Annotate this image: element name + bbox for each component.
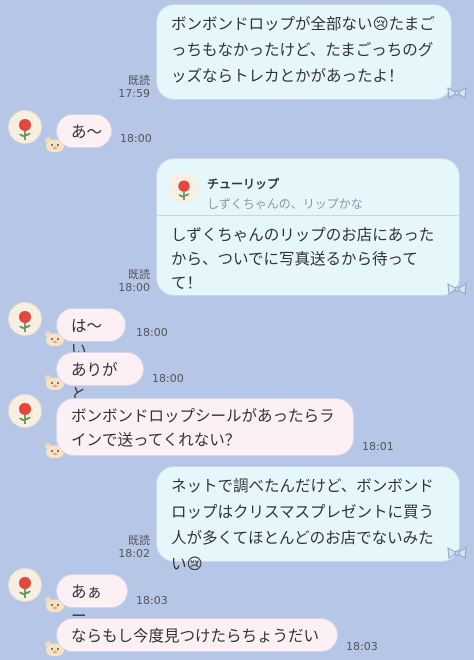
message-bubble[interactable]: は〜い [56,308,126,359]
read-receipt: 既読 [128,268,150,281]
message-meta: 既読 18:00 [112,268,150,294]
read-receipt: 既読 [128,74,150,87]
tulip-avatar-icon [169,173,199,203]
message-time: 18:00 [120,132,152,145]
message-bubble[interactable]: あぁー [56,574,128,625]
message-bubble[interactable]: あ〜 [56,114,112,148]
bow-icon [447,283,467,295]
message-time: 18:00 [152,372,184,385]
message-bubble[interactable]: チューリップ しずくちゃんの、リップかな しずくちゃんのリップのお店にあったから… [156,158,460,296]
tulip-avatar-icon[interactable] [8,394,42,428]
reply-quoted-text: しずくちゃんの、リップかな [207,197,363,211]
message-text: あ〜 [71,123,103,141]
message-text: ボンボンドロップが全部ない😢たまごっちもなかったけど、たまごっちのグッズならトレ… [171,15,435,85]
message-time: 18:00 [118,281,150,294]
read-receipt: 既読 [128,534,150,547]
tulip-avatar-icon[interactable] [8,302,42,336]
message-meta: 既読 18:02 [112,534,150,560]
message-time: 18:01 [362,440,394,453]
message-time: 18:03 [136,594,168,607]
message-time: 18:02 [118,547,150,560]
message-bubble[interactable]: ありがと [56,352,144,403]
message-text: ならもし今度見つけたらちょうだい [71,627,320,645]
bow-icon [447,547,467,559]
message-text: ボンボンドロップシールがあったらラインで送ってくれない？ [71,407,335,449]
message-text: ありがと [71,361,118,403]
tulip-avatar-icon[interactable] [8,110,42,144]
message-text: しずくちゃんのリップのお店にあったから、ついでに写真送るから待ってて！ [171,226,435,292]
message-meta: 既読 17:59 [112,74,150,100]
message-time: 17:59 [118,87,150,100]
reply-preview[interactable]: チューリップ しずくちゃんの、リップかな [157,159,459,216]
message-text: ネットで調べたんだけど、ボンボンドロップはクリスマスプレゼントに買う人が多くてほ… [171,477,435,573]
message-bubble[interactable]: ボンボンドロップシールがあったらラインで送ってくれない？ [56,398,354,456]
message-time: 18:03 [346,640,378,653]
message-bubble[interactable]: ならもし今度見つけたらちょうだい [56,618,338,652]
message-time: 18:00 [136,326,168,339]
bow-icon [447,87,467,99]
message-bubble[interactable]: ネットで調べたんだけど、ボンボンドロップはクリスマスプレゼントに買う人が多くてほ… [156,466,460,573]
tulip-avatar-icon[interactable] [8,568,42,602]
message-bubble[interactable]: ボンボンドロップが全部ない😢たまごっちもなかったけど、たまごっちのグッズならトレ… [156,4,452,100]
